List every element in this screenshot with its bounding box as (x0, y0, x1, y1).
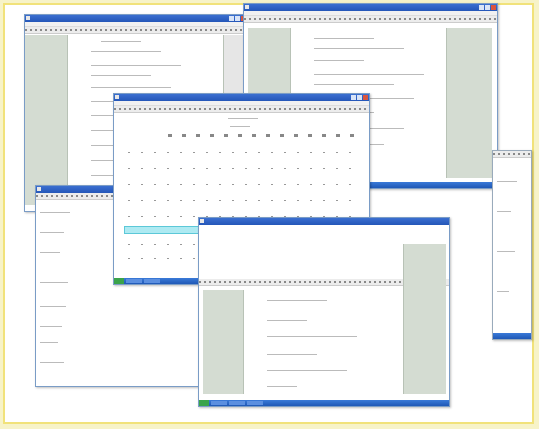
text-line (267, 300, 327, 301)
taskbar-button[interactable] (211, 401, 227, 405)
header-line (230, 126, 250, 127)
text-line (314, 48, 404, 49)
titlebar[interactable] (114, 94, 369, 101)
app-icon (37, 187, 41, 191)
taskbar[interactable] (199, 400, 449, 406)
close-button[interactable] (363, 95, 368, 100)
toolbar[interactable] (114, 106, 369, 113)
list-line (40, 282, 68, 283)
column-headers (168, 134, 358, 137)
taskbar-button[interactable] (126, 279, 142, 283)
text-line (91, 51, 161, 52)
maximize-button[interactable] (357, 95, 362, 100)
text-line (267, 386, 297, 387)
text-line (314, 84, 394, 85)
sheet-row (128, 200, 358, 201)
list-line (40, 362, 64, 363)
taskbar[interactable] (493, 333, 531, 339)
toolbar[interactable] (493, 151, 531, 158)
app-icon (200, 219, 204, 223)
text-line (267, 354, 317, 355)
left-panel (25, 35, 68, 205)
app-icon (115, 95, 119, 99)
taskbar-button[interactable] (247, 401, 263, 405)
list-line (40, 212, 70, 213)
minimize-button[interactable] (229, 16, 234, 21)
start-button[interactable] (199, 400, 209, 406)
app-icon (26, 16, 30, 20)
minimize-button[interactable] (351, 95, 356, 100)
text-line (267, 320, 307, 321)
start-button[interactable] (114, 278, 124, 284)
document-page (247, 290, 397, 394)
sheet-row (128, 184, 358, 185)
text-line (267, 336, 357, 337)
app-icon (245, 5, 249, 9)
titlebar[interactable] (244, 4, 497, 11)
titlebar[interactable] (199, 218, 449, 225)
toolbar[interactable] (25, 27, 247, 34)
window-partial-right[interactable] (492, 150, 532, 340)
maximize-button[interactable] (235, 16, 240, 21)
text-line (91, 75, 151, 76)
text-line (91, 87, 171, 88)
right-panel (403, 244, 446, 394)
text-line (314, 74, 424, 75)
text-line (314, 60, 364, 61)
taskbar-button[interactable] (144, 279, 160, 283)
sheet-row (128, 168, 358, 169)
minimize-button[interactable] (479, 5, 484, 10)
text-line (91, 65, 181, 66)
list-line (40, 342, 58, 343)
text-line (497, 181, 517, 182)
list-line (40, 232, 64, 233)
text-line (497, 211, 511, 212)
header-line (228, 118, 258, 119)
text-line (101, 41, 141, 42)
list-line (40, 306, 66, 307)
text-line (497, 251, 515, 252)
toolbar[interactable] (244, 16, 497, 23)
close-button[interactable] (491, 5, 496, 10)
right-panel (446, 28, 492, 178)
taskbar-button[interactable] (229, 401, 245, 405)
text-line (314, 38, 374, 39)
list-line (40, 252, 60, 253)
list-line (40, 326, 62, 327)
maximize-button[interactable] (485, 5, 490, 10)
titlebar[interactable] (25, 15, 247, 22)
window-document-3[interactable] (198, 217, 450, 407)
sheet-row (128, 152, 358, 153)
left-panel (203, 290, 244, 394)
text-line (267, 370, 347, 371)
text-line (497, 291, 509, 292)
